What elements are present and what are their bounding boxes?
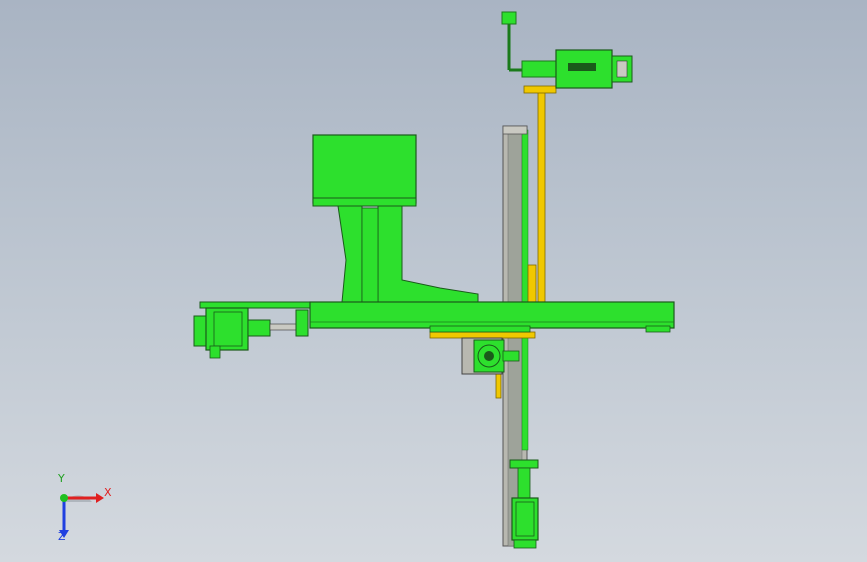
bottom-shaft: [517, 467, 531, 499]
boot-shaped-support: [337, 205, 363, 303]
foot-shaped-support: [377, 205, 479, 303]
upper-block-base: [312, 197, 417, 207]
z-axis-label: Z: [58, 530, 66, 543]
coordinate-triad: X Y Z: [44, 472, 124, 548]
left-coupling: [247, 319, 271, 337]
support-spacer: [361, 207, 379, 303]
upper-green-block: [312, 134, 417, 204]
left-bearing-block: [295, 309, 309, 337]
top-coupling: [521, 60, 557, 78]
top-handle-knob: [501, 11, 517, 25]
cad-model-viewport[interactable]: [0, 0, 867, 562]
y-axis-label: Y: [58, 472, 65, 485]
x-axis-arrow: [96, 493, 104, 503]
bottom-motor-endcap: [513, 539, 537, 549]
left-motor-assembly[interactable]: [193, 307, 309, 359]
vertical-rail-strip-green: [521, 129, 529, 451]
yellow-small-bracket: [527, 264, 537, 304]
top-motor-assembly[interactable]: [501, 11, 633, 89]
arm-mid-foot: [429, 325, 531, 333]
x-axis-label: X: [104, 486, 112, 499]
yellow-lower-stub: [495, 371, 502, 399]
triad-axes: [59, 493, 104, 538]
upper-block-assembly[interactable]: [312, 134, 479, 303]
top-motor-label: [568, 63, 596, 71]
vertical-rail-cap: [502, 125, 528, 135]
y-axis-dot: [60, 494, 68, 502]
yellow-top-bracket: [523, 85, 557, 94]
yellow-lower-bracket: [429, 331, 536, 339]
horizontal-arm-top: [199, 301, 311, 309]
bottom-coupling: [509, 459, 539, 469]
middle-motor-hub: [484, 351, 494, 361]
arm-end-foot: [645, 325, 671, 333]
middle-motor-clamp: [502, 350, 520, 362]
top-motor-endcap-detail: [616, 60, 628, 78]
left-motor-connector: [209, 345, 221, 359]
horizontal-arm-beam: [309, 301, 675, 329]
yellow-vertical-bar: [537, 87, 546, 303]
